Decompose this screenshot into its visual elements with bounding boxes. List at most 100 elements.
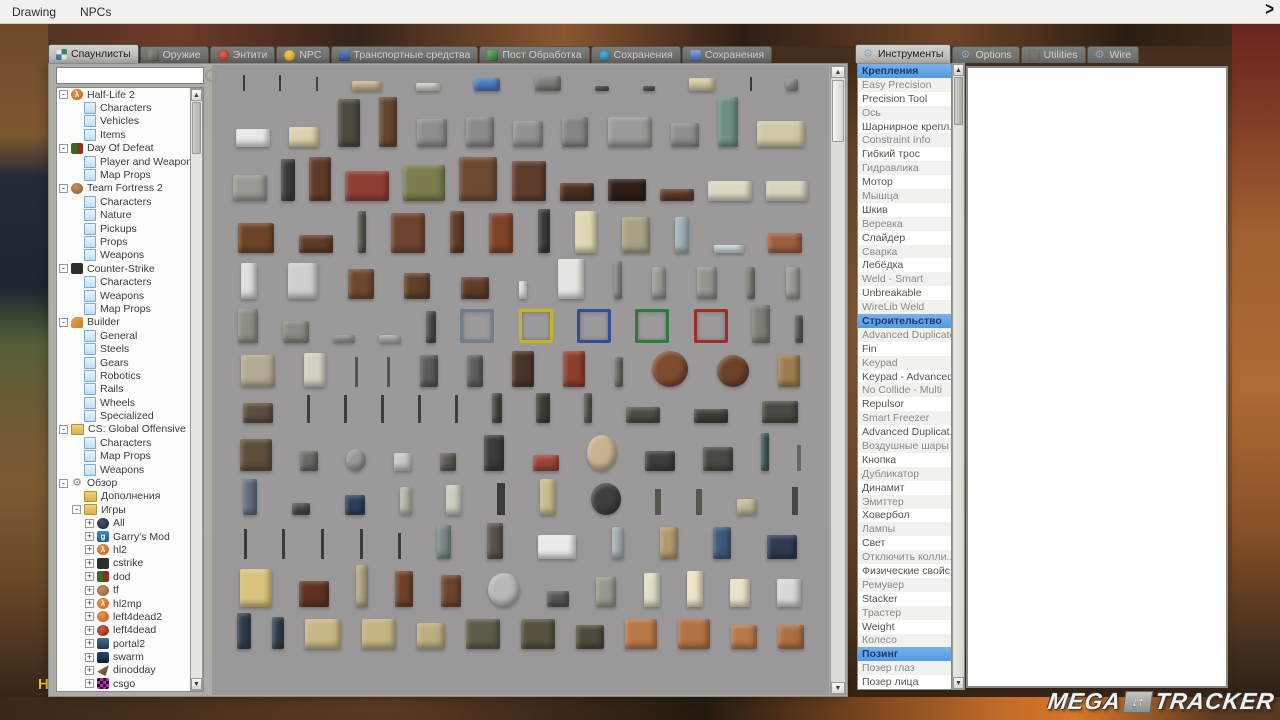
prop-thumbnail-dark-box[interactable] [576,625,604,649]
prop-thumbnail-rusty-barrel[interactable] [563,351,585,387]
prop-thumbnail-marble-slab[interactable] [708,181,752,201]
tree-item-builder[interactable]: -Builder [57,316,203,329]
prop-thumbnail-headboard[interactable] [238,223,274,253]
prop-thumbnail-door-frame[interactable] [652,267,666,299]
tree-item-specialized[interactable]: Specialized [57,409,203,422]
prop-thumbnail-truss-bridge[interactable] [240,439,272,471]
prop-thumbnail-post[interactable] [497,483,505,515]
tree-item-characters[interactable]: Characters [57,101,203,114]
prop-thumbnail-glass-shelf[interactable] [714,245,744,253]
tool-tab-wrench[interactable]: Options [952,46,1019,63]
tool-item-advanced-duplicat-[interactable]: Advanced Duplicat... [858,425,951,439]
tree-item-steels[interactable]: Steels [57,342,203,355]
search-box[interactable] [56,67,204,84]
tool-item-repulsor[interactable]: Repulsor [858,397,951,411]
prop-thumbnail-glass-pane[interactable] [612,527,624,559]
tree-item-pickups[interactable]: Pickups [57,222,203,235]
prop-thumbnail-pedestal-sink[interactable] [241,263,257,299]
tool-item-ховербол[interactable]: Ховербол [858,509,951,523]
prop-thumbnail-wire-fence[interactable] [417,119,447,147]
tool-item-отключить-колли-[interactable]: Отключить колли... [858,550,951,564]
tree-item-rails[interactable]: Rails [57,383,203,396]
menu-item-drawing[interactable]: Drawing [0,0,68,24]
prop-thumbnail-fridge-door[interactable] [687,571,703,607]
expand-icon[interactable]: + [85,532,94,541]
prop-thumbnail-wood-tray[interactable] [560,183,594,201]
prop-thumbnail-glass-door[interactable] [437,525,451,559]
prop-thumbnail-pole[interactable] [355,357,358,387]
prop-thumbnail-fence-top[interactable] [535,76,561,91]
tree-item-дополнения[interactable]: Дополнения [57,490,203,503]
tool-item-weld-smart[interactable]: Weld - Smart [858,272,951,286]
prop-thumbnail-cage-yellow[interactable] [519,309,553,343]
tool-item-дубликатор[interactable]: Дубликатор [858,467,951,481]
tool-list-scrollbar[interactable]: ▲ ▼ [952,63,965,690]
tool-tab-wrench[interactable]: Wire [1087,46,1140,63]
prop-thumbnail-vanity-table[interactable] [441,575,461,607]
tool-item-ремувер[interactable]: Ремувер [858,578,951,592]
grid-scroll-down-arrow[interactable]: ▼ [831,682,845,694]
prop-thumbnail-hand-pump[interactable] [795,315,803,343]
tab-entities[interactable]: Энтити [210,46,276,63]
expand-icon[interactable]: + [85,612,94,621]
prop-thumbnail-boiler[interactable] [281,159,295,201]
tree-item-portal2[interactable]: +portal2 [57,637,203,650]
tree-item-team-fortress-2[interactable]: -Team Fortress 2 [57,182,203,195]
prop-thumbnail-washing-machine[interactable] [558,259,584,299]
prop-thumbnail-pipe-rack[interactable] [768,233,802,253]
tool-item-гибкий-трос[interactable]: Гибкий трос [858,147,951,161]
tool-tab-utilities[interactable]: Utilities [1021,46,1086,63]
prop-thumbnail-panel[interactable] [400,487,412,515]
collapse-icon[interactable]: - [59,184,68,193]
prop-thumbnail-bed-frame[interactable] [233,175,267,201]
prop-thumbnail-cloth[interactable] [416,83,440,91]
prop-thumbnail-spinner[interactable] [786,79,798,91]
tree-item-cs-global-offensive[interactable]: -CS: Global Offensive [57,423,203,436]
tree-item-left4dead[interactable]: +left4dead [57,624,203,637]
prop-thumbnail-red-couch[interactable] [345,171,389,201]
tree-item-map-props[interactable]: Map Props [57,168,203,181]
tree-item-day-of-defeat[interactable]: -Day Of Defeat [57,142,203,155]
collapse-icon[interactable]: - [59,479,68,488]
prop-thumbnail-bar[interactable] [595,86,609,91]
prop-thumbnail-pole[interactable] [282,529,285,559]
prop-thumbnail-awning[interactable] [352,81,382,91]
prop-thumbnail-wardrobe[interactable] [489,213,513,253]
prop-thumbnail-pot[interactable] [547,591,569,607]
tool-item-физические-свойс-[interactable]: Физические свойс... [858,564,951,578]
prop-thumbnail-tall-cabinet[interactable] [450,211,464,253]
prop-thumbnail-cardboard-box[interactable] [305,619,341,649]
tool-item-weight[interactable]: Weight [858,620,951,634]
prop-thumbnail-pole[interactable] [316,77,318,91]
prop-thumbnail-table[interactable] [404,273,430,299]
prop-thumbnail-post[interactable] [655,489,661,515]
tree-item-half-life-2[interactable]: -λHalf-Life 2 [57,88,203,101]
prop-thumbnail-sphere-cage[interactable] [591,483,621,515]
prop-thumbnail-pole[interactable] [279,75,281,91]
prop-thumbnail-vending-machine[interactable] [237,613,251,649]
prop-thumbnail-pole[interactable] [244,529,247,559]
tool-item-динамит[interactable]: Динамит [858,481,951,495]
menubar-overflow-arrow[interactable]: > [1265,0,1274,20]
tab-saves[interactable]: Сохранения [591,46,681,63]
tree-item-characters[interactable]: Characters [57,275,203,288]
tool-item-ось[interactable]: Ось [858,106,951,120]
tree-item-cstrike[interactable]: +cstrike [57,557,203,570]
prop-thumbnail-pole[interactable] [750,77,752,91]
tree-item-обзор[interactable]: -⚙Обзор [57,476,203,489]
prop-thumbnail-post[interactable] [747,267,755,299]
tool-item-позер-лица[interactable]: Позер лица [858,675,951,689]
prop-thumbnail-fan-blades[interactable] [440,453,456,471]
prop-thumbnail-pole[interactable] [387,357,390,387]
grid-scrollbar-thumb[interactable] [832,80,844,142]
tree-scrollbar-thumb[interactable] [192,102,201,154]
tool-item-шарнирное-крепл-[interactable]: Шарнирное крепл... [858,120,951,134]
tool-item-гидравлика[interactable]: Гидравлика [858,161,951,175]
prop-thumbnail-wire-fence[interactable] [513,121,543,147]
collapse-icon[interactable]: - [59,425,68,434]
tool-item-smart-freezer[interactable]: Smart Freezer [858,411,951,425]
search-input[interactable] [57,69,205,82]
tree-item-wheels[interactable]: Wheels [57,396,203,409]
expand-icon[interactable]: + [85,666,94,675]
prop-thumbnail-stove[interactable] [288,263,318,299]
